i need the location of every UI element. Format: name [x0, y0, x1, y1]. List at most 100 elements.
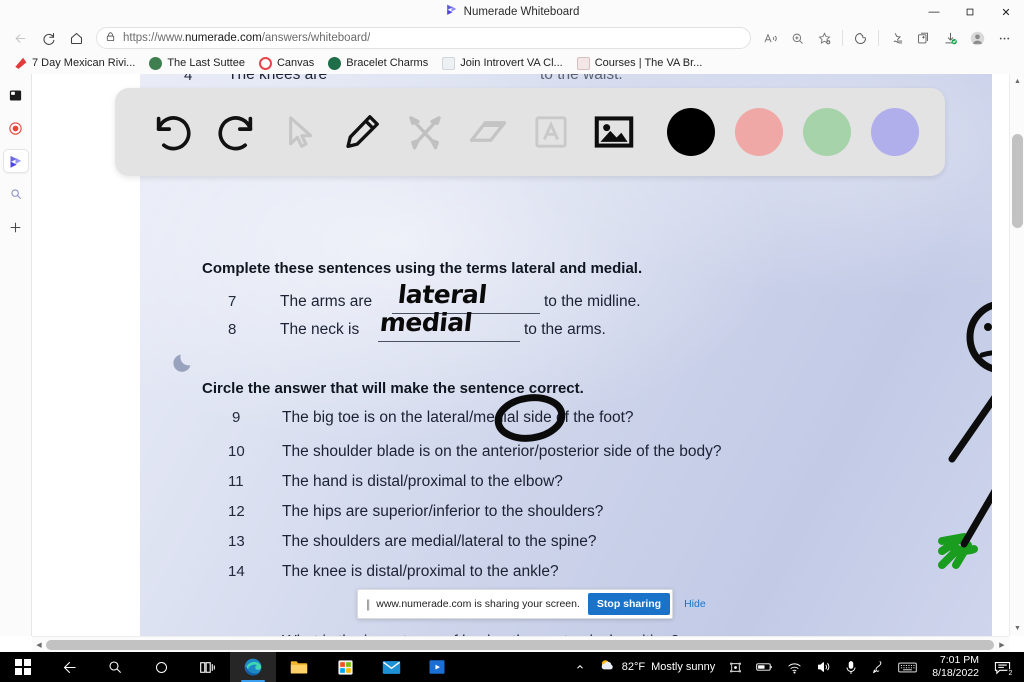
color-swatch-pink[interactable] [735, 108, 783, 156]
question-number: 9 [232, 409, 241, 426]
numerade-logo-icon [445, 3, 458, 21]
edge-sidebar [0, 74, 32, 636]
share-message: www.numerade.com is sharing your screen. [376, 598, 580, 610]
bookmark-item[interactable]: The Last Suttee [143, 55, 251, 72]
collections-icon[interactable] [910, 26, 937, 50]
cortana-button[interactable] [138, 652, 184, 682]
back-arrow-icon[interactable] [6, 26, 34, 50]
eraser-button[interactable] [456, 100, 519, 164]
taskbar-microsoft-store[interactable] [322, 652, 368, 682]
question-number: 10 [228, 443, 245, 460]
color-swatch-green[interactable] [803, 108, 851, 156]
image-button[interactable] [582, 100, 645, 164]
notification-badge: 2 [1006, 669, 1015, 678]
undo-button[interactable] [141, 100, 204, 164]
screen-share-tray-icon[interactable] [722, 652, 749, 682]
bookmark-favicon [149, 56, 163, 70]
sun-cloud-icon [599, 657, 616, 677]
redo-button[interactable] [204, 100, 267, 164]
question-text: The big toe is on the lateral/medial sid… [282, 409, 634, 426]
select-button[interactable] [267, 100, 330, 164]
clock-date: 8/18/2022 [932, 667, 979, 679]
volume-icon[interactable] [809, 652, 838, 682]
hide-sharing-button[interactable]: Hide [678, 594, 712, 614]
bookmark-label: Canvas [276, 57, 315, 69]
bookmark-item[interactable]: Join Introvert VA Cl... [436, 55, 569, 72]
bookmark-item[interactable]: Canvas [253, 55, 320, 72]
question-text-after: to the waist. [540, 74, 623, 83]
sidebar-item-record[interactable] [4, 117, 28, 139]
minimize-button[interactable]: — [916, 0, 952, 24]
keyboard-icon[interactable] [891, 652, 924, 682]
handwritten-answer: lateral [396, 280, 489, 309]
color-swatch-black[interactable] [667, 108, 715, 156]
figure-mouth [979, 350, 992, 358]
search-button[interactable] [92, 652, 138, 682]
taskbar-file-explorer[interactable] [276, 652, 322, 682]
screen-share-notification: || www.numerade.com is sharing your scre… [357, 589, 706, 619]
scroll-up-arrow-icon[interactable]: ▲ [1010, 74, 1024, 89]
start-button[interactable] [0, 652, 46, 682]
sidebar-item-add[interactable] [4, 216, 28, 238]
notification-center-icon[interactable]: 2 [987, 652, 1018, 682]
shapes-button[interactable] [393, 100, 456, 164]
scroll-left-arrow-icon[interactable]: ◀ [32, 637, 46, 653]
bookmark-item[interactable]: 7 Day Mexican Rivi... [8, 55, 141, 72]
favorites-icon[interactable] [883, 26, 910, 50]
vertical-scrollbar-thumb[interactable] [1012, 134, 1023, 228]
profile-icon[interactable] [964, 26, 991, 50]
text-button[interactable] [519, 100, 582, 164]
pen-tray-icon[interactable] [864, 652, 891, 682]
zoom-icon[interactable] [784, 26, 811, 50]
horizontal-scrollbar[interactable]: ◀ ▶ [32, 636, 1009, 652]
clock-time: 7:01 PM [939, 654, 979, 666]
taskbar-media-player[interactable] [414, 652, 460, 682]
answer-blank [378, 341, 520, 342]
back-button[interactable] [46, 652, 92, 682]
browser-essentials-icon[interactable] [847, 26, 874, 50]
battery-icon[interactable] [749, 652, 780, 682]
sidebar-item-numerade[interactable] [3, 150, 28, 172]
taskbar-clock[interactable]: 7:01 PM 8/18/2022 [924, 652, 987, 682]
downloads-icon[interactable] [937, 26, 964, 50]
close-button[interactable]: ✕ [988, 0, 1024, 24]
taskbar-edge[interactable] [230, 652, 276, 682]
horizontal-scrollbar-thumb[interactable] [46, 640, 994, 650]
microphone-icon[interactable] [838, 652, 864, 682]
read-aloud-icon[interactable] [757, 26, 784, 50]
question-number: 4 [184, 74, 193, 84]
question-number: 12 [228, 503, 245, 520]
color-swatch-purple[interactable] [871, 108, 919, 156]
handwritten-answer: medial [378, 308, 474, 337]
bookmark-item[interactable]: Bracelet Charms [322, 55, 434, 72]
add-favorite-icon[interactable] [811, 26, 838, 50]
whiteboard-toolbar [115, 88, 945, 176]
home-icon[interactable] [62, 26, 90, 50]
maximize-restore-button[interactable] [952, 0, 988, 24]
screen: Numerade Whiteboard — ✕ https://www.nume… [0, 0, 1024, 682]
taskbar-mail[interactable] [368, 652, 414, 682]
url-text: https://www.numerade.com/answers/whitebo… [123, 32, 371, 44]
sidebar-item-search[interactable] [4, 183, 28, 205]
window-title-group: Numerade Whiteboard [0, 0, 1024, 24]
task-view-button[interactable] [184, 652, 230, 682]
scroll-down-arrow-icon[interactable]: ▼ [1010, 621, 1024, 636]
stop-sharing-button[interactable]: Stop sharing [587, 593, 671, 615]
bookmark-item[interactable]: Courses | The VA Br... [571, 55, 709, 72]
window-title: Numerade Whiteboard [463, 6, 580, 18]
sidebar-item-tabs[interactable] [4, 84, 28, 106]
vertical-scrollbar[interactable]: ▲ ▼ [1009, 74, 1024, 636]
wifi-icon[interactable] [780, 652, 809, 682]
show-hidden-icons-button[interactable] [568, 652, 592, 682]
question-text-after: to the arms. [524, 321, 606, 338]
drag-grip-icon[interactable]: || [366, 597, 370, 611]
weather-widget[interactable]: 82°F Mostly sunny [592, 652, 723, 682]
window-titlebar: Numerade Whiteboard — ✕ [0, 0, 1024, 24]
scroll-right-arrow-icon[interactable]: ▶ [995, 637, 1009, 653]
address-bar[interactable]: https://www.numerade.com/answers/whitebo… [96, 27, 751, 49]
settings-more-icon[interactable] [991, 26, 1018, 50]
pen-button[interactable] [330, 100, 393, 164]
refresh-icon[interactable] [34, 26, 62, 50]
question-number: 14 [228, 563, 245, 580]
bookmark-favicon [576, 56, 590, 70]
